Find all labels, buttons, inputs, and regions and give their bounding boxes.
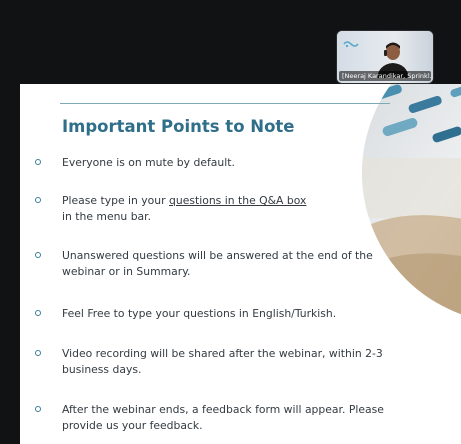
qa-box-link[interactable]: questions in the Q&A box	[169, 194, 306, 207]
meeting-window: [Neeraj Karandikar, Sprinkl... Important…	[0, 0, 461, 444]
bullet-circle-icon	[35, 159, 41, 165]
shared-slide: Important Points to Note Everyone is on …	[20, 84, 461, 444]
bullet-circle-icon	[35, 350, 41, 356]
participant-name-label: [Neeraj Karandikar, Sprinkl...	[339, 71, 431, 81]
company-logo-icon	[343, 41, 359, 48]
text-prefix: Please type in your	[62, 194, 170, 207]
bullet-circle-icon	[35, 310, 41, 316]
notes-list: Everyone is on mute by default. Please t…	[20, 84, 461, 444]
list-item-text: After the webinar ends, a feedback form …	[62, 403, 384, 432]
list-item-text: Video recording will be shared after the…	[62, 347, 383, 376]
list-item-text: Unanswered questions will be answered at…	[62, 249, 373, 278]
bullet-circle-icon	[35, 252, 41, 258]
list-item-text: Feel Free to type your questions in Engl…	[62, 307, 337, 320]
bullet-circle-icon	[35, 197, 41, 203]
text-continuation: in the menu bar.	[62, 210, 152, 223]
participant-video-tile[interactable]: [Neeraj Karandikar, Sprinkl...	[337, 31, 433, 83]
list-item-text: Please type in your questions in the Q&A…	[62, 193, 407, 225]
list-item-text: Everyone is on mute by default.	[62, 156, 235, 169]
bullet-circle-icon	[35, 406, 41, 412]
